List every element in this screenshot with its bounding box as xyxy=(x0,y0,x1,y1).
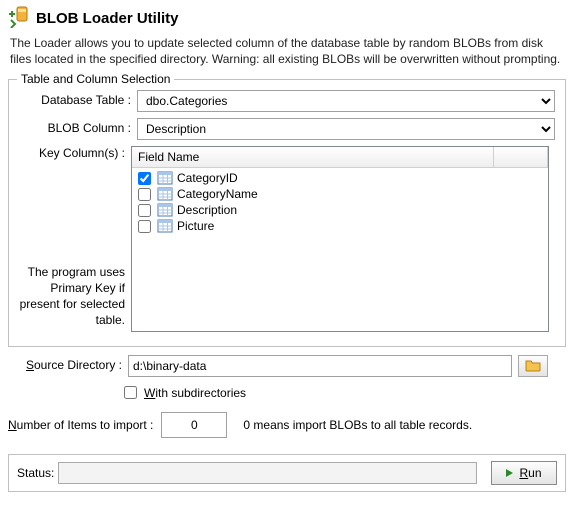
field-row[interactable]: Picture xyxy=(132,218,548,234)
field-name: Description xyxy=(177,203,237,217)
with-subdirectories-checkbox[interactable] xyxy=(124,386,137,399)
status-bar: Status: Run xyxy=(8,454,566,492)
field-name: CategoryName xyxy=(177,187,258,201)
field-checkbox[interactable] xyxy=(138,172,151,185)
field-checkbox[interactable] xyxy=(138,220,151,233)
database-table-select[interactable]: dbo.Categories xyxy=(137,90,555,112)
blob-loader-window: BLOB Loader Utility The Loader allows yo… xyxy=(0,0,574,524)
field-checkbox[interactable] xyxy=(138,204,151,217)
field-checkbox[interactable] xyxy=(138,188,151,201)
with-subdirectories-label[interactable]: With subdirectories xyxy=(144,386,246,400)
key-columns-label: Key Column(s) : xyxy=(39,146,125,160)
number-of-items-label: Number of Items to import : xyxy=(8,418,161,432)
column-icon xyxy=(157,187,173,201)
source-directory-input[interactable] xyxy=(128,355,512,377)
play-icon xyxy=(506,469,513,477)
run-button[interactable]: Run xyxy=(491,461,557,485)
group-legend: Table and Column Selection xyxy=(17,72,174,86)
key-columns-list: Field Name CategoryID CategoryName Descrip… xyxy=(131,146,549,332)
field-row[interactable]: CategoryName xyxy=(132,186,548,202)
key-columns-note: The program uses Primary Key if present … xyxy=(17,264,125,333)
field-row[interactable]: Description xyxy=(132,202,548,218)
table-column-selection-group: Table and Column Selection Database Tabl… xyxy=(8,79,566,347)
field-name: Picture xyxy=(177,219,214,233)
field-list-header: Field Name xyxy=(132,147,548,168)
blob-column-select[interactable]: Description xyxy=(137,118,555,140)
browse-directory-button[interactable] xyxy=(518,355,548,377)
database-table-label: Database Table : xyxy=(17,90,137,107)
status-well xyxy=(58,462,477,484)
field-name-column-header[interactable]: Field Name xyxy=(132,147,494,167)
source-directory-label: Source Directory : xyxy=(8,355,128,372)
blob-column-label: BLOB Column : xyxy=(17,118,137,135)
status-label: Status: xyxy=(17,466,54,480)
page-description: The Loader allows you to update selected… xyxy=(0,31,574,75)
number-of-items-hint: 0 means import BLOBs to all table record… xyxy=(243,418,472,432)
folder-icon xyxy=(525,358,541,375)
column-icon xyxy=(157,219,173,233)
number-of-items-input[interactable] xyxy=(161,412,227,438)
column-icon xyxy=(157,171,173,185)
field-spacer-column-header[interactable] xyxy=(494,147,548,167)
field-row[interactable]: CategoryID xyxy=(132,170,548,186)
header: BLOB Loader Utility xyxy=(0,0,574,31)
column-icon xyxy=(157,203,173,217)
page-title: BLOB Loader Utility xyxy=(36,10,179,27)
field-list-body: CategoryID CategoryName Description Picture xyxy=(132,168,548,331)
app-icon xyxy=(8,6,30,31)
run-button-label: Run xyxy=(519,466,541,480)
field-name: CategoryID xyxy=(177,171,238,185)
